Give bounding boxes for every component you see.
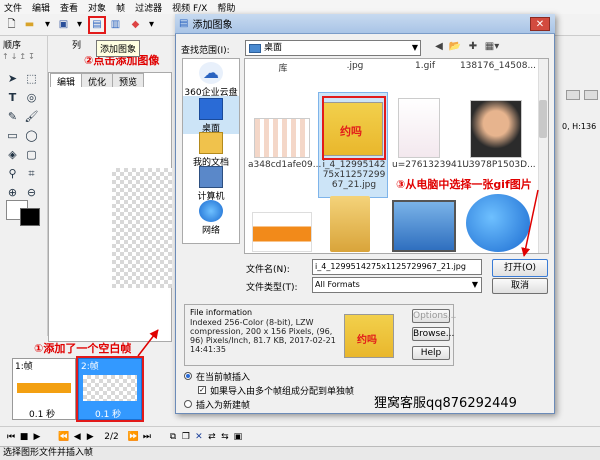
annotation-arrows: [137, 189, 539, 357]
watermark-text: 狸窝客服qq876292449: [374, 396, 517, 411]
arrow-to-open: [521, 189, 539, 257]
arrow-to-frame: [137, 329, 159, 357]
